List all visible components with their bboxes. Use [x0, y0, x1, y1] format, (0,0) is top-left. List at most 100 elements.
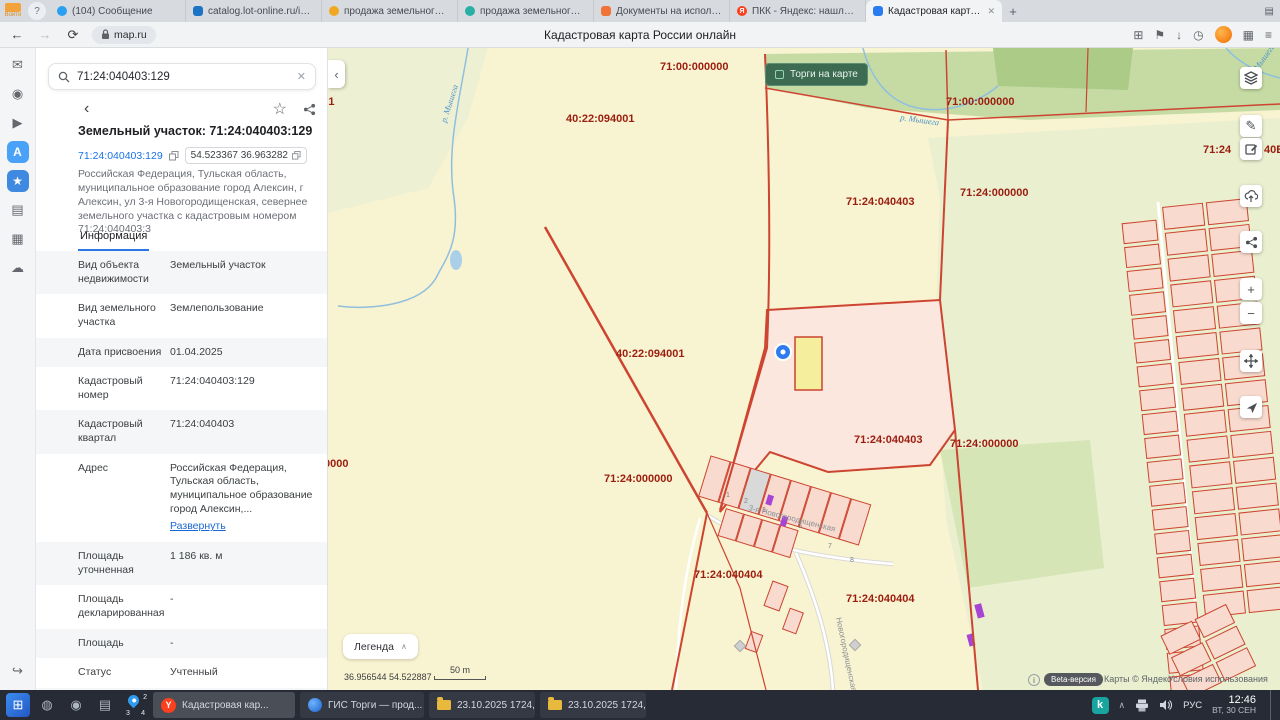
taskbar-app-folder-2[interactable]: 23.10.2025 1724,3... — [540, 692, 646, 718]
browser-tab-lot-online[interactable]: catalog.lot-online.ru/inde... — [186, 0, 322, 22]
expand-link[interactable]: Развернуть — [170, 520, 226, 534]
beta-badge: Beta-версия — [1044, 673, 1103, 686]
app-label: 23.10.2025 1724,3... — [457, 699, 535, 711]
info-row-address: Адрес Российская Федерация, Тульская обла… — [36, 454, 327, 542]
map-canvas[interactable]: 71:00:000000 71:00:000000 40:22:094001 7… — [328, 48, 1280, 690]
printer-icon[interactable] — [1135, 699, 1149, 712]
search-input[interactable] — [77, 70, 290, 83]
tab-information[interactable]: Информация — [78, 224, 150, 251]
legend-button[interactable]: Легенда ∧ — [343, 634, 418, 659]
apps-icon[interactable]: ▦ — [7, 228, 29, 250]
messages-icon[interactable]: ✉ — [7, 54, 29, 76]
search-tile-icon[interactable]: ◍ — [35, 693, 59, 717]
info-row: Кадастровый номер 71:24:040403:129 — [36, 367, 327, 410]
video-icon[interactable]: ▶ — [7, 112, 29, 134]
help-button[interactable]: ? — [28, 2, 46, 20]
volume-icon[interactable] — [1159, 699, 1173, 711]
cadastral-map[interactable]: 71:00:000000 71:00:000000 40:22:094001 7… — [328, 48, 1280, 690]
keyboard-layout[interactable]: РУС — [1183, 700, 1202, 711]
info-circle-icon[interactable]: i — [1028, 674, 1040, 686]
tab-close-icon[interactable]: ✕ — [987, 6, 995, 17]
taskbar-app-folder-1[interactable]: 23.10.2025 1724,3... — [429, 692, 535, 718]
copy-icon[interactable] — [292, 151, 301, 160]
tab-label: catalog.lot-online.ru/inde... — [208, 5, 314, 17]
back-button[interactable]: ← — [8, 26, 26, 44]
info-row: Площадь декларированная - — [36, 585, 327, 628]
map-pin-tile[interactable]: 2 3 4 — [122, 692, 148, 717]
alice-icon[interactable]: A — [6, 141, 29, 163]
share-map-button[interactable] — [1240, 231, 1262, 253]
menu-icon[interactable]: ≡ — [1265, 28, 1272, 42]
cloud-icon[interactable]: ☁ — [7, 257, 29, 279]
browser-login[interactable]: Войти — [0, 0, 26, 22]
k-app-icon[interactable]: k — [1091, 696, 1109, 714]
favorites-icon[interactable]: ★ — [6, 170, 29, 192]
cadastral-label: 40В — [1264, 144, 1280, 156]
tab-panel-icon[interactable]: ▤ — [1265, 6, 1274, 17]
info-row: Вид объекта недвижимости Земельный участо… — [36, 251, 327, 295]
history-icon[interactable]: ◷ — [1193, 28, 1203, 42]
browser-tab-sale-2[interactable]: продажа земельного уч... — [458, 0, 594, 22]
row-label: Кадастровый квартал — [78, 418, 143, 445]
address-bar[interactable]: map.ru — [92, 25, 156, 44]
browser-tabbar: Войти ? (104) Сообщение catalog.lot-onli… — [0, 0, 1280, 22]
terms-link[interactable]: Условия использования — [1168, 674, 1268, 684]
tab-label: Кадастровая карта Ро... — [888, 5, 982, 17]
zoom-out-button[interactable]: − — [1240, 302, 1262, 324]
subject-parcel[interactable] — [794, 336, 823, 391]
row-value: 1 186 кв. м — [170, 549, 223, 562]
apps-grid-icon[interactable]: ▦ — [1243, 28, 1254, 42]
zoom-in-button[interactable]: + — [1240, 278, 1262, 300]
back-chevron-icon[interactable]: ‹ — [84, 100, 89, 118]
upload-button[interactable] — [1240, 185, 1262, 207]
cadastral-number-link[interactable]: 71:24:040403:129 — [78, 150, 163, 162]
documents-icon[interactable]: ▤ — [7, 199, 29, 221]
draw-button[interactable] — [1240, 138, 1262, 160]
extensions-icon[interactable]: ⊞ — [1133, 28, 1143, 42]
tray-expand-icon[interactable]: ∧ — [1119, 700, 1126, 711]
placemark-pin[interactable] — [774, 343, 792, 361]
share-icon[interactable] — [303, 103, 316, 116]
search-box[interactable]: ✕ — [48, 63, 316, 90]
reload-button[interactable]: ⟳ — [64, 26, 82, 44]
assistant-tile-icon[interactable]: ◉ — [64, 693, 88, 717]
row-value: Земельный участок — [170, 259, 266, 271]
pan-button[interactable] — [1240, 350, 1262, 372]
layers-icon — [1244, 71, 1258, 85]
info-row: Вид земельного участка Землепользование — [36, 294, 327, 337]
browser-tab-messages[interactable]: (104) Сообщение — [50, 0, 186, 22]
info-row: Кадастровый квартал 71:24:040403 — [36, 410, 327, 454]
folder-icon — [548, 697, 562, 710]
browser-tab-docs[interactable]: Документы на исполне... — [594, 0, 730, 22]
files-tile-icon[interactable]: ▤ — [93, 693, 117, 717]
taskbar-app-cadastre[interactable]: Y Кадастровая кар... — [153, 692, 295, 718]
locate-button[interactable] — [1240, 396, 1262, 418]
browser-tab-cadastre-active[interactable]: Кадастровая карта Ро... ✕ — [866, 0, 1002, 22]
clear-search-icon[interactable]: ✕ — [297, 70, 306, 83]
taskbar-app-gis-torgi[interactable]: ГИС Торги — прод... — [300, 692, 424, 718]
measure-button[interactable]: ✎ — [1240, 115, 1262, 137]
layers-button[interactable] — [1240, 67, 1262, 89]
tab-favicon — [193, 6, 203, 16]
forward-button[interactable]: → — [36, 26, 54, 44]
screen: Войти ? (104) Сообщение catalog.lot-onli… — [0, 0, 1280, 720]
camera-icon[interactable]: ◉ — [7, 83, 29, 105]
collapse-panel-button[interactable]: ‹ — [328, 60, 345, 88]
clock[interactable]: 12:46 ВТ, 30 СЕН — [1212, 694, 1256, 716]
bookmark-icon[interactable]: ⚑ — [1154, 28, 1165, 42]
browser-side-panel: ✉ ◉ ▶ A ★ ▤ ▦ ☁ ↪ — [0, 48, 36, 690]
start-button[interactable]: ⊞ — [6, 693, 30, 717]
coordinates-chip[interactable]: 54.523367 36.963282 — [184, 147, 307, 164]
torgi-on-map-button[interactable]: Торги на карте — [765, 63, 868, 86]
browser-tab-pkk-search[interactable]: Я ПКК - Яндекс: нашлось... — [730, 0, 866, 22]
show-desktop-strip[interactable] — [1270, 690, 1274, 720]
profile-avatar[interactable] — [1214, 26, 1232, 43]
new-tab-button[interactable]: + — [1002, 0, 1024, 22]
browser-toolbar: ← → ⟳ map.ru Кадастровая карта России он… — [0, 22, 1280, 48]
downloads-icon[interactable]: ↓ — [1176, 28, 1182, 42]
copy-icon[interactable] — [168, 150, 179, 161]
browser-tab-sale-1[interactable]: продажа земельного уч... — [322, 0, 458, 22]
exit-panel-icon[interactable]: ↪ — [7, 660, 29, 682]
star-icon[interactable]: ☆ — [273, 99, 287, 119]
row-label: Статус — [78, 666, 112, 679]
